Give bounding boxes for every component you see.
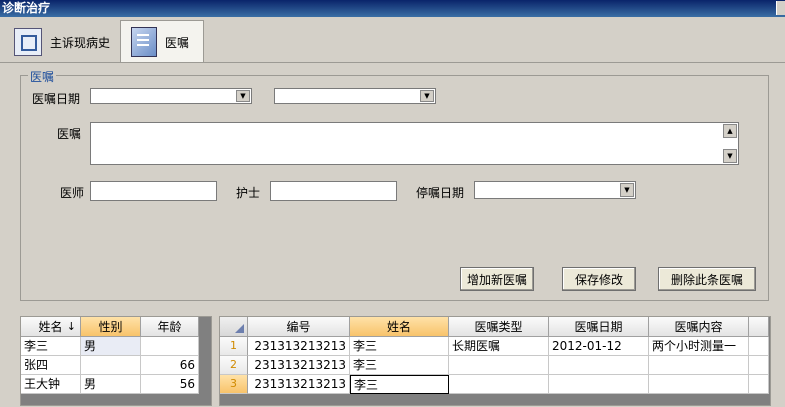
order-date-combo[interactable]: ▼ [90,88,252,104]
nurse-label: 护士 [236,186,261,200]
order-date-label: 医嘱日期 [32,92,81,106]
table-cell-id[interactable]: 231313213213 [248,375,350,394]
order-text-area[interactable]: ▲ ▼ [90,122,739,165]
table-cell-id[interactable]: 231313213213 [248,356,350,375]
table-cell-age[interactable]: 66 [141,356,199,375]
column-header-filler [749,317,769,337]
scrollbar[interactable]: ▲ ▼ [723,124,737,163]
tab-orders[interactable]: 医嘱 [120,20,204,63]
close-button[interactable] [776,1,785,15]
orders-grid: 编号 姓名 医嘱类型 医嘱日期 医嘱内容 1 231313213213 李三 长… [219,316,771,406]
window-title: 诊断治疗 [2,1,51,15]
table-cell-sex[interactable]: 男 [81,337,141,356]
title-bar: 诊断治疗 [0,0,785,17]
patient-grid: 姓名 ↓ 性别 年龄 李三 男 张四 66 王大钟 男 56 [20,316,212,406]
table-cell-age[interactable] [141,337,199,356]
table-cell-filler [749,337,769,356]
scroll-up-icon[interactable]: ▲ [723,124,737,138]
row-number[interactable]: 2 [220,356,248,375]
table-cell-name[interactable]: 李三 [350,375,449,394]
table-cell-name[interactable]: 李三 [21,337,81,356]
table-cell-name[interactable]: 李三 [350,337,449,356]
order-type-combo[interactable]: ▼ [274,88,436,104]
sort-arrow-icon: ↓ [66,320,76,333]
table-cell-type[interactable] [449,356,549,375]
document-icon [14,28,42,56]
doctor-field[interactable] [90,181,217,201]
table-cell-content[interactable] [649,375,749,394]
scroll-down-icon[interactable]: ▼ [723,149,737,163]
row-number[interactable]: 3 [220,375,248,394]
column-header-date[interactable]: 医嘱日期 [549,317,649,337]
table-cell-date[interactable] [549,375,649,394]
table-cell-name[interactable]: 李三 [350,356,449,375]
stop-date-label: 停嘱日期 [416,186,465,200]
table-cell-filler [749,375,769,394]
order-text-label: 医嘱 [57,127,82,141]
column-header-name[interactable]: 姓名 ↓ [21,317,81,337]
column-header-id[interactable]: 编号 [248,317,350,337]
table-cell-sex[interactable] [81,356,141,375]
tab-label: 主诉现病史 [50,35,111,50]
column-header-name[interactable]: 姓名 [350,317,449,337]
group-title: 医嘱 [28,68,57,85]
stop-date-combo[interactable]: ▼ [474,181,636,199]
table-cell-age[interactable]: 56 [141,375,199,394]
doctor-label: 医师 [60,186,85,200]
table-cell-name[interactable]: 王大钟 [21,375,81,394]
table-cell-type[interactable] [449,375,549,394]
chevron-down-icon[interactable]: ▼ [236,90,250,102]
table-cell-sex[interactable]: 男 [81,375,141,394]
select-all-corner[interactable] [220,317,248,337]
column-header-content[interactable]: 医嘱内容 [649,317,749,337]
table-cell-content[interactable]: 两个小时测量一 [649,337,749,356]
chevron-down-icon[interactable]: ▼ [420,90,434,102]
table-cell-name[interactable]: 张四 [21,356,81,375]
column-header-type[interactable]: 医嘱类型 [449,317,549,337]
table-cell-content[interactable] [649,356,749,375]
tab-divider [0,62,785,63]
add-order-button[interactable]: 增加新医嘱 [460,267,534,291]
corner-triangle-icon [235,324,244,333]
table-cell-type[interactable]: 长期医嘱 [449,337,549,356]
order-sheet-icon [131,27,157,57]
table-cell-date[interactable] [549,356,649,375]
column-header-sex[interactable]: 性别 [81,317,141,337]
column-header-age[interactable]: 年龄 [141,317,199,337]
save-changes-button[interactable]: 保存修改 [562,267,636,291]
nurse-field[interactable] [270,181,397,201]
chevron-down-icon[interactable]: ▼ [620,183,634,197]
tab-label: 医嘱 [165,35,190,50]
table-cell-id[interactable]: 231313213213 [248,337,350,356]
tab-chief-complaint[interactable]: 主诉现病史 [8,24,116,60]
tab-strip: 主诉现病史 医嘱 [0,20,785,63]
delete-order-button[interactable]: 删除此条医嘱 [658,267,756,291]
table-cell-filler [749,356,769,375]
row-number[interactable]: 1 [220,337,248,356]
table-cell-date[interactable]: 2012-01-12 [549,337,649,356]
